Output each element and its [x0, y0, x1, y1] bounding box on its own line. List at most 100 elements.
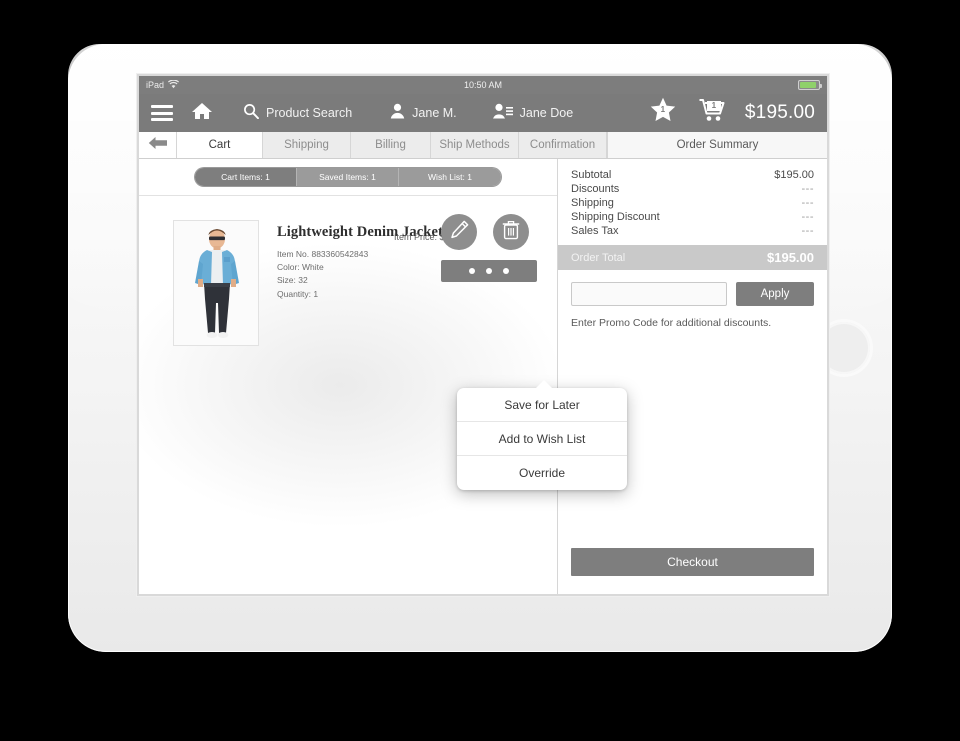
back-button[interactable] [139, 132, 177, 158]
order-summary-rows: Subtotal $195.00 Discounts --- Shipping … [558, 159, 827, 238]
summary-label-shipping-discount: Shipping Discount [571, 210, 660, 224]
menu-item-override-label: Override [519, 466, 565, 480]
promo-code-hint: Enter Promo Code for additional discount… [558, 317, 827, 329]
segment-cart-items[interactable]: Cart Items: 1 [195, 168, 297, 186]
line-item-context-menu: Save for Later Add to Wish List Override [457, 388, 627, 490]
product-color: Color: White [277, 261, 443, 274]
menu-item-override[interactable]: Override [457, 456, 627, 490]
segment-wish-list[interactable]: Wish List: 1 [399, 168, 501, 186]
menu-item-add-to-wish-list[interactable]: Add to Wish List [457, 422, 627, 456]
menu-item-save-for-later[interactable]: Save for Later [457, 388, 627, 422]
edit-item-button[interactable] [441, 214, 477, 250]
search-icon [243, 103, 259, 124]
summary-row-sales-tax: Sales Tax --- [571, 224, 814, 238]
person-icon [390, 103, 405, 124]
summary-label-shipping: Shipping [571, 196, 614, 210]
order-summary-label: Order Summary [677, 139, 759, 151]
person-list-icon [493, 103, 513, 124]
menu-item-add-to-wish-list-label: Add to Wish List [499, 432, 586, 446]
tab-confirmation-label: Confirmation [530, 139, 595, 151]
customer-profile-label: Jane Doe [520, 106, 574, 120]
product-size: Size: 32 [277, 274, 443, 287]
tab-billing-label: Billing [375, 139, 406, 151]
associate-user-button[interactable]: Jane M. [390, 103, 456, 124]
status-bar-time: 10:50 AM [139, 80, 827, 90]
tab-cart-label: Cart [209, 139, 231, 151]
order-total-value: $195.00 [767, 250, 814, 265]
summary-value-sales-tax: --- [802, 224, 815, 238]
trash-delete-icon [502, 220, 520, 245]
nav-order-total: $195.00 [745, 102, 815, 124]
wishlist-star-button[interactable]: 1 [649, 97, 677, 129]
summary-row-shipping-discount: Shipping Discount --- [571, 210, 814, 224]
summary-value-subtotal: $195.00 [774, 168, 814, 182]
summary-value-discounts: --- [802, 182, 815, 196]
pencil-edit-icon [450, 220, 469, 244]
summary-value-shipping: --- [802, 196, 815, 210]
checkout-tab-bar: Cart Shipping Billing Ship Methods Confi… [139, 132, 827, 159]
segment-cart-items-label: Cart Items: 1 [221, 172, 270, 182]
menu-item-save-for-later-label: Save for Later [504, 398, 579, 412]
segment-wish-list-label: Wish List: 1 [428, 172, 472, 182]
cart-segmented-control: Cart Items: 1 Saved Items: 1 Wish List: … [195, 168, 501, 186]
cart-line-item: Lightweight Denim Jacket Item No. 883360… [139, 196, 557, 346]
summary-row-discounts: Discounts --- [571, 182, 814, 196]
cart-count-badge: 1 [703, 101, 725, 110]
checkout-button-wrap: Checkout [558, 548, 827, 576]
promo-code-input[interactable] [571, 282, 727, 306]
order-summary-header: Order Summary [607, 132, 827, 158]
order-total-label: Order Total [571, 252, 625, 264]
status-bar-right [798, 80, 820, 90]
wishlist-count-badge: 1 [649, 105, 677, 114]
home-icon [191, 101, 213, 126]
app-navigation-bar: Product Search Jane M. [139, 94, 827, 132]
segment-saved-items-label: Saved Items: 1 [319, 172, 376, 182]
more-options-dot-2 [486, 268, 492, 274]
tab-billing[interactable]: Billing [351, 132, 431, 158]
more-options-dot-3 [503, 268, 509, 274]
product-quantity: Quantity: 1 [277, 288, 443, 301]
segment-saved-items[interactable]: Saved Items: 1 [297, 168, 399, 186]
product-search-label: Product Search [266, 106, 352, 120]
promo-code-row: Apply [558, 282, 827, 306]
tab-cart[interactable]: Cart [177, 132, 263, 158]
summary-label-discounts: Discounts [571, 182, 619, 196]
product-thumbnail[interactable] [173, 220, 259, 346]
back-arrow-icon [148, 136, 168, 155]
shopping-cart-button[interactable]: 1 [699, 98, 725, 128]
cart-segmented-control-wrap: Cart Items: 1 Saved Items: 1 Wish List: … [139, 159, 557, 196]
battery-icon [798, 80, 820, 90]
more-options-dots-icon [469, 268, 475, 274]
tab-confirmation[interactable]: Confirmation [519, 132, 607, 158]
line-item-icon-buttons [441, 214, 537, 250]
hamburger-menu-icon [151, 105, 173, 121]
status-bar: iPad 10:50 AM [139, 76, 827, 94]
main-content-area: Cart Items: 1 Saved Items: 1 Wish List: … [139, 159, 827, 594]
customer-profile-button[interactable]: Jane Doe [493, 103, 574, 124]
order-total-band: Order Total $195.00 [558, 245, 827, 270]
tab-shipping[interactable]: Shipping [263, 132, 351, 158]
apply-promo-button[interactable]: Apply [736, 282, 814, 306]
checkout-button[interactable]: Checkout [571, 548, 814, 576]
tab-shipping-label: Shipping [284, 139, 329, 151]
ipad-screen: iPad 10:50 AM [139, 76, 827, 594]
summary-label-sales-tax: Sales Tax [571, 224, 619, 238]
summary-label-subtotal: Subtotal [571, 168, 611, 182]
screenshot-stage: iPad 10:50 AM [0, 0, 960, 741]
delete-item-button[interactable] [493, 214, 529, 250]
line-item-actions [441, 214, 537, 282]
home-button[interactable] [191, 101, 213, 126]
product-search-button[interactable]: Product Search [243, 103, 352, 124]
product-item-number: Item No. 883360542843 [277, 248, 443, 261]
cart-pane: Cart Items: 1 Saved Items: 1 Wish List: … [139, 159, 558, 594]
associate-user-label: Jane M. [412, 106, 456, 120]
product-meta: Item No. 883360542843 Color: White Size:… [277, 248, 443, 301]
order-summary-pane: Subtotal $195.00 Discounts --- Shipping … [558, 159, 827, 594]
tab-ship-methods[interactable]: Ship Methods [431, 132, 519, 158]
summary-row-shipping: Shipping --- [571, 196, 814, 210]
more-options-button[interactable] [441, 260, 537, 282]
summary-value-shipping-discount: --- [802, 210, 815, 224]
summary-row-subtotal: Subtotal $195.00 [571, 168, 814, 182]
tab-ship-methods-label: Ship Methods [439, 139, 509, 151]
hamburger-menu-button[interactable] [151, 105, 173, 121]
